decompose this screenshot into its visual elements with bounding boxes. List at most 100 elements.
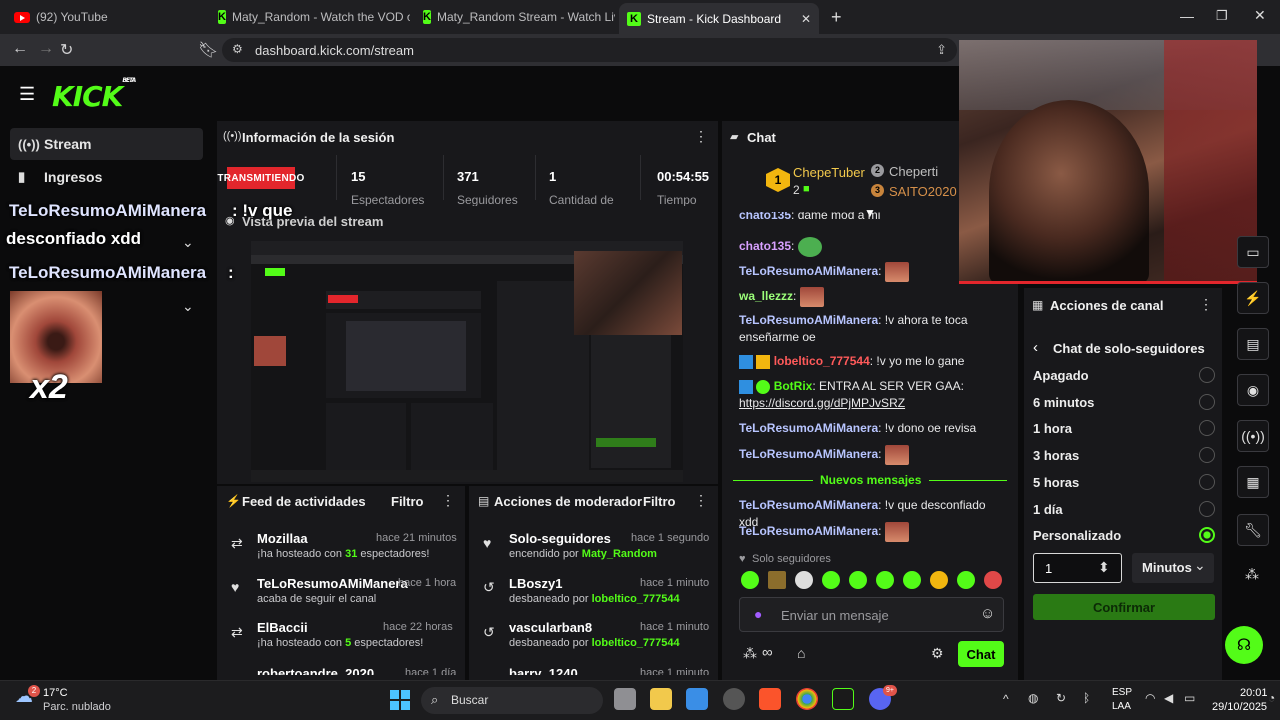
chat-input[interactable]: ● Enviar un mensaje ☺ <box>739 597 1004 632</box>
menu-icon[interactable]: ☰ <box>19 84 35 105</box>
url-input[interactable]: ⚙ dashboard.kick.com/stream ⇪ <box>222 38 957 62</box>
emote-button[interactable] <box>957 571 975 589</box>
tab-vod[interactable]: K Maty_Random - Watch the VOD on K <box>210 4 410 30</box>
brave-icon[interactable] <box>759 688 781 710</box>
broadcast-icon[interactable]: ((•)) <box>1237 420 1269 452</box>
store-icon[interactable]: ⌂ <box>797 645 805 661</box>
radio-3-horas[interactable] <box>1199 447 1215 463</box>
emote-button[interactable] <box>849 571 867 589</box>
feed-item-name[interactable]: ElBaccii <box>257 620 308 635</box>
emoji-icon[interactable]: ☺ <box>980 605 995 622</box>
close-window-icon[interactable]: ✕ <box>1254 7 1266 24</box>
option-personalizado[interactable]: Personalizado <box>1033 528 1121 543</box>
option-1-dia[interactable]: 1 día <box>1033 502 1063 517</box>
custom-duration-input[interactable]: 1 ⬍ <box>1033 553 1122 583</box>
infinity-icon[interactable]: ∞ <box>762 644 773 661</box>
chevron-down-icon[interactable]: ⌄ <box>182 298 194 315</box>
new-tab-icon[interactable]: + <box>831 7 842 28</box>
kick-logo[interactable]: KICKBETA <box>52 77 136 113</box>
sync-icon[interactable]: ↻ <box>1056 691 1066 705</box>
radio-6-minutos[interactable] <box>1199 394 1215 410</box>
clock-date[interactable]: 29/10/2025 <box>1212 701 1267 713</box>
sidebar-item-ingresos[interactable]: ▮ Ingresos <box>10 161 203 193</box>
emote-button[interactable] <box>903 571 921 589</box>
mod-item-name[interactable]: LBoszy1 <box>509 576 562 591</box>
mod-item-name[interactable]: barry_1240 <box>509 666 578 675</box>
bookmark-icon[interactable]: 🔖︎ <box>198 40 218 60</box>
tray-icon[interactable]: ◍ <box>1028 691 1038 705</box>
taskbar-search[interactable]: ⌕ Buscar <box>421 687 603 714</box>
option-3-horas[interactable]: 3 horas <box>1033 448 1079 463</box>
settings-icon[interactable]: ⚙ <box>931 645 944 662</box>
radio-1-hora[interactable] <box>1199 420 1215 436</box>
battery-icon[interactable]: ▭ <box>1184 691 1195 705</box>
keyboard-layout[interactable]: LAA <box>1112 701 1131 712</box>
discord-link[interactable]: https://discord.gg/dPjMPJvSRZ <box>739 396 905 410</box>
windows-start-icon[interactable] <box>390 690 410 710</box>
store-icon[interactable] <box>686 688 708 710</box>
microphone-icon[interactable]: ● <box>754 606 762 622</box>
more-options-icon[interactable]: ⋮ <box>694 128 708 145</box>
site-info-icon[interactable]: ⚙ <box>232 42 243 56</box>
document-icon[interactable]: ▤ <box>1237 328 1269 360</box>
bluetooth-icon[interactable]: ᛒ <box>1083 691 1090 705</box>
radio-personalizado[interactable] <box>1199 527 1215 543</box>
option-apagado[interactable]: Apagado <box>1033 368 1089 383</box>
radio-1-dia[interactable] <box>1199 501 1215 517</box>
mod-filter-button[interactable]: Filtro <box>643 494 676 509</box>
emote-button[interactable] <box>984 571 1002 589</box>
chevron-up-icon[interactable]: ^ <box>1003 692 1009 706</box>
chrome-icon[interactable] <box>796 688 818 710</box>
emote-button[interactable] <box>768 571 786 589</box>
notification-icon[interactable]: ◔ <box>1268 691 1275 705</box>
feed-item-name[interactable]: TeLoResumoAMiManera <box>257 576 408 591</box>
lightning-icon[interactable]: ⚡ <box>1237 282 1269 314</box>
file-explorer-icon[interactable] <box>650 688 672 710</box>
language-code[interactable]: ESP <box>1112 687 1132 698</box>
close-tab-icon[interactable]: ✕ <box>801 12 811 26</box>
top-chatter-3[interactable]: SAITO2020 <box>889 184 957 199</box>
more-options-icon[interactable]: ⋮ <box>1199 296 1213 313</box>
volume-icon[interactable]: ◀ <box>1164 691 1173 705</box>
users-icon[interactable]: ⁂ <box>1245 566 1259 583</box>
unit-select[interactable]: Minutos ⌄ <box>1132 553 1214 583</box>
app-icon[interactable] <box>723 688 745 710</box>
emote-button[interactable] <box>876 571 894 589</box>
clock-time[interactable]: 20:01 <box>1240 687 1268 699</box>
mod-item-name[interactable]: vascularban8 <box>509 620 592 635</box>
confirm-button[interactable]: Confirmar <box>1033 594 1215 620</box>
radio-apagado[interactable] <box>1199 367 1215 383</box>
mod-item-name[interactable]: Solo-seguidores <box>509 531 611 546</box>
forward-icon[interactable]: → <box>38 40 54 58</box>
stream-preview[interactable] <box>251 241 683 482</box>
rail-button[interactable]: ▭ <box>1237 236 1269 268</box>
kick-app-icon[interactable] <box>832 688 854 710</box>
top-chatter-2[interactable]: Cheperti <box>889 164 938 179</box>
option-5-horas[interactable]: 5 horas <box>1033 475 1079 490</box>
film-icon[interactable]: ▦ <box>1237 466 1269 498</box>
chevron-down-icon[interactable]: ⌄ <box>182 234 194 251</box>
feed-item-name[interactable]: robertoandre_2020 <box>257 666 374 675</box>
reload-icon[interactable]: ↻ <box>60 40 73 60</box>
send-chat-button[interactable]: Chat <box>958 641 1004 667</box>
back-icon[interactable]: ← <box>12 40 28 58</box>
tab-live[interactable]: K Maty_Random Stream - Watch Live o <box>415 4 615 30</box>
maximize-icon[interactable]: ❐ <box>1216 8 1228 24</box>
sidebar-item-stream[interactable]: ((•)) Stream <box>10 128 203 160</box>
emote-button[interactable] <box>795 571 813 589</box>
users-icon[interactable]: ⁂ <box>743 645 757 662</box>
emote-button[interactable] <box>822 571 840 589</box>
feed-filter-button[interactable]: Filtro <box>391 494 424 509</box>
more-options-icon[interactable]: ⋮ <box>694 492 708 509</box>
option-1-hora[interactable]: 1 hora <box>1033 421 1072 436</box>
stepper-icon[interactable]: ⬍ <box>1098 559 1110 576</box>
more-options-icon[interactable]: ⋮ <box>441 492 455 509</box>
option-6-minutos[interactable]: 6 minutos <box>1033 395 1094 410</box>
back-arrow-icon[interactable]: ‹ <box>1033 339 1038 356</box>
tab-dashboard[interactable]: K Stream - Kick Dashboard ✕ <box>619 3 819 34</box>
chat-bubble-icon[interactable]: ◉ <box>1237 374 1269 406</box>
tab-youtube[interactable]: (92) YouTube <box>6 4 206 30</box>
share-icon[interactable]: ⇪ <box>936 42 947 58</box>
emote-button[interactable] <box>741 571 759 589</box>
wifi-icon[interactable]: ◠ <box>1145 691 1155 705</box>
